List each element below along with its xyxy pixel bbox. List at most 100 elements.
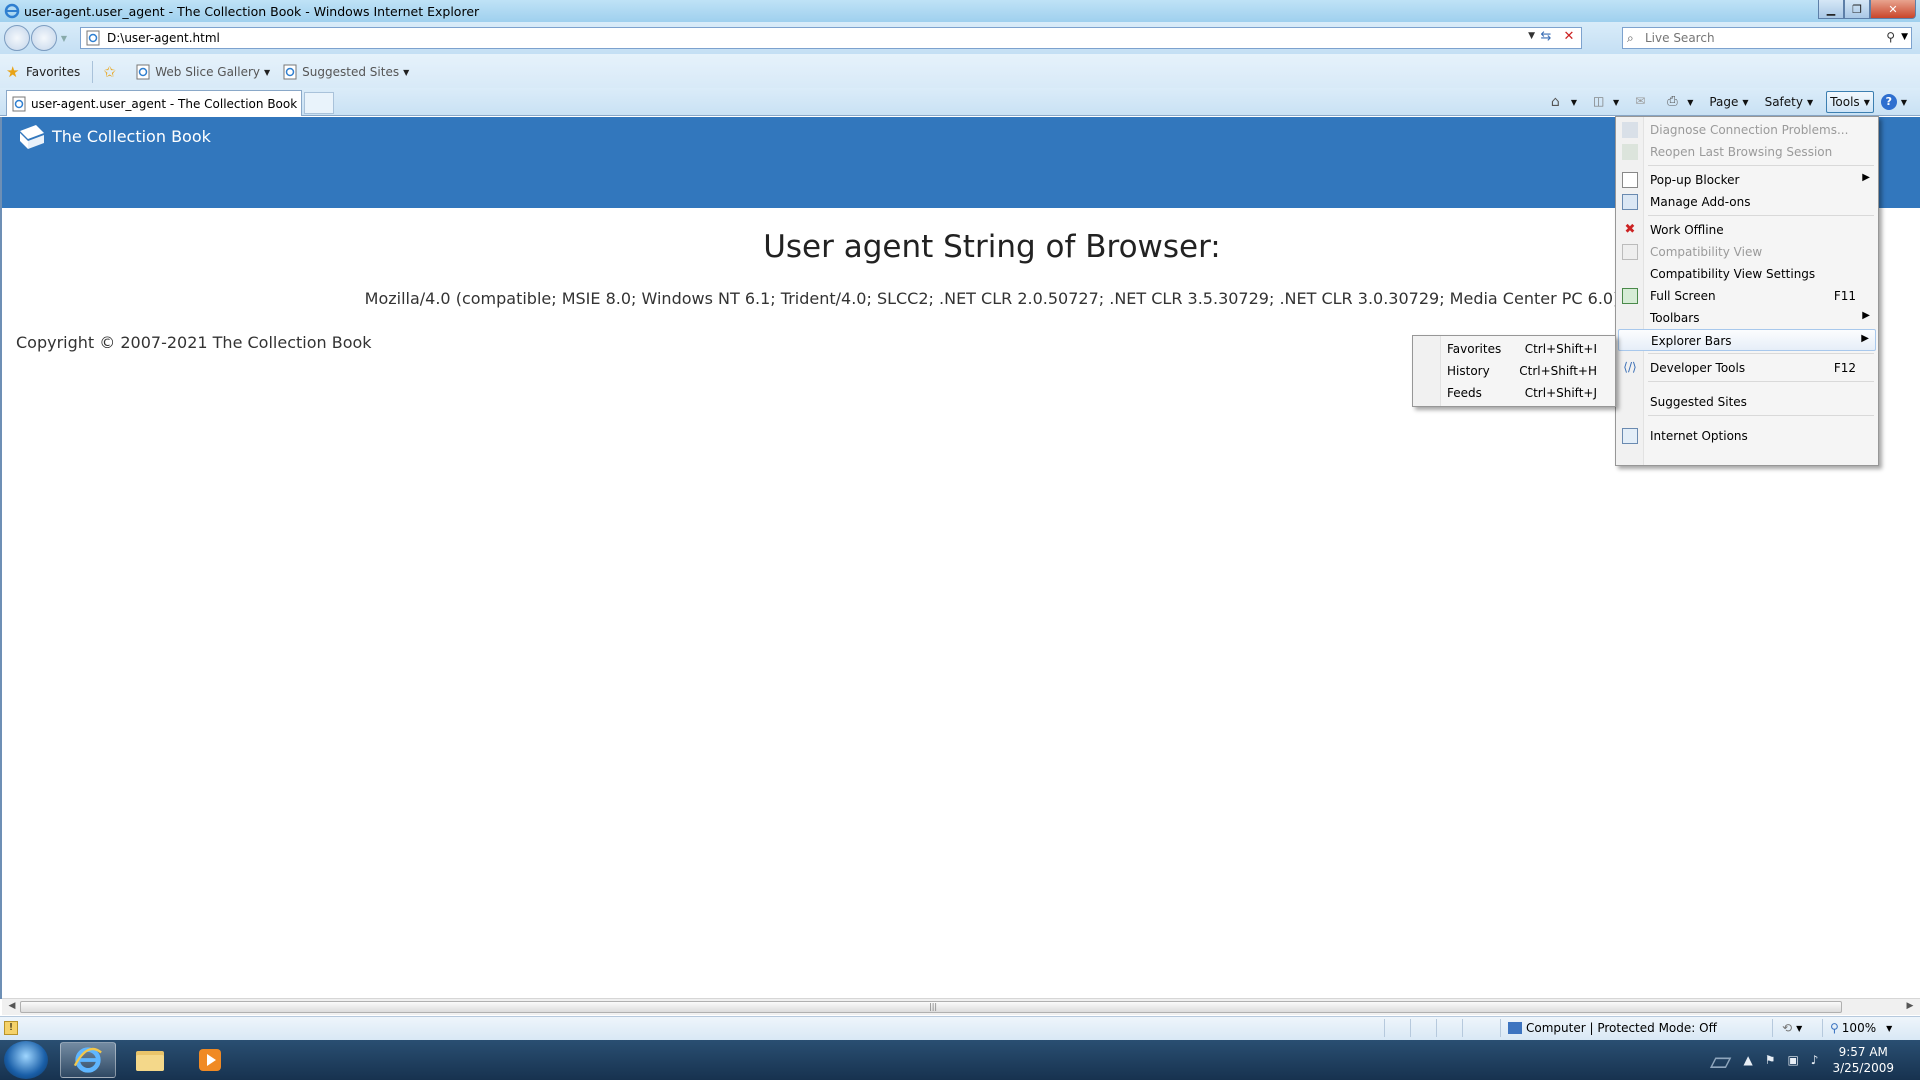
clock[interactable]: 9:57 AM 3/25/2009 (1832, 1044, 1894, 1076)
help-button[interactable]: ? ▼ (1878, 91, 1910, 113)
page-menu-label: Page (1709, 95, 1739, 109)
home-button[interactable]: ⌂ ▼ (1548, 91, 1580, 113)
search-options-dropdown-icon[interactable]: ▼ (1901, 32, 1908, 42)
submenu-arrow-icon: ▶ (1862, 172, 1870, 183)
network-icon[interactable]: ▣ (1787, 1053, 1798, 1067)
search-input[interactable] (1645, 31, 1875, 45)
menu-item-shortcut: Ctrl+Shift+J (1524, 386, 1597, 400)
mail-icon: ✉ (1635, 94, 1646, 108)
menu-item-label: Compatibility View (1650, 245, 1763, 259)
safety-menu-label: Safety (1764, 95, 1803, 109)
flag-icon[interactable]: ⚑ (1765, 1053, 1776, 1067)
address-url[interactable]: D:\user-agent.html (107, 31, 220, 45)
menu-item-toolbars[interactable]: Toolbars ▶ (1618, 307, 1876, 329)
add-to-favorites-bar-button[interactable]: ✩ (103, 64, 123, 80)
menu-item-reopen-last-browsing-session[interactable]: Reopen Last Browsing Session (1618, 141, 1876, 163)
favorites-bar: ★ Favorites ✩ Web Slice Gallery ▼ Sugges… (0, 54, 1920, 90)
zoom-level: 100% (1841, 1021, 1877, 1035)
divider (1500, 1019, 1501, 1037)
zoom-control[interactable]: ⚲ 100% ▼ (1830, 1021, 1892, 1035)
maximize-button[interactable]: ❐ (1844, 0, 1870, 19)
menu-item-explorer-bars[interactable]: Explorer Bars ▶ (1618, 329, 1876, 351)
menu-item-label: Developer Tools (1650, 361, 1746, 375)
developer-tools-icon: ⟨/⟩ (1623, 360, 1637, 374)
scroll-right-icon[interactable]: ▶ (1902, 1001, 1918, 1011)
menu-item-label: Toolbars (1650, 311, 1700, 325)
menu-item-shortcut: Ctrl+Shift+I (1524, 342, 1597, 356)
web-slice-gallery-link[interactable]: Web Slice Gallery ▼ (135, 64, 270, 80)
address-dropdown-icon[interactable]: ▼ (1528, 31, 1535, 41)
new-tab-button[interactable] (304, 92, 334, 114)
copyright-text: Copyright © 2007-2021 The Collection Boo… (16, 333, 372, 352)
close-button[interactable]: ✕ (1870, 0, 1916, 19)
menu-item-internet-options[interactable]: Internet Options (1618, 425, 1876, 447)
horizontal-scrollbar[interactable]: ◀ ||| ▶ (2, 998, 1920, 1015)
help-icon: ? (1880, 94, 1897, 110)
title-bar: user-agent.user_agent - The Collection B… (0, 0, 1920, 22)
menu-item-developer-tools[interactable]: ⟨/⟩ Developer Tools F12 (1618, 357, 1876, 379)
search-icon[interactable]: ⚲ (1886, 30, 1895, 44)
menu-item-work-offline[interactable]: ✖ Work Offline (1618, 219, 1876, 241)
volume-icon[interactable]: ♪ (1811, 1053, 1819, 1067)
stop-icon[interactable]: ✕ (1559, 29, 1579, 47)
scroll-left-icon[interactable]: ◀ (4, 1001, 20, 1011)
menu-item-label: Work Offline (1650, 223, 1724, 237)
brand-name: The Collection Book (52, 126, 211, 146)
menu-separator (1648, 215, 1874, 216)
menu-item-favorites-bar[interactable]: Favorites Ctrl+Shift+I (1415, 338, 1613, 360)
feeds-button[interactable]: ◫ ▼ (1590, 91, 1622, 113)
recent-pages-dropdown[interactable]: ▼ (58, 34, 70, 43)
menu-separator (1648, 381, 1874, 382)
safety-menu-button[interactable]: Safety ▼ (1762, 91, 1817, 113)
back-button[interactable] (4, 25, 30, 51)
taskbar-ie-button[interactable] (60, 1042, 116, 1078)
security-zone[interactable]: Computer | Protected Mode: Off (1508, 1021, 1717, 1035)
menu-item-full-screen[interactable]: Full Screen F11 (1618, 285, 1876, 307)
print-button[interactable]: ⎙ ▼ (1664, 91, 1696, 113)
chevron-down-icon: ▼ (1796, 1023, 1803, 1033)
show-hidden-icons[interactable]: ▲ (1743, 1053, 1752, 1067)
tools-menu-label: Tools (1830, 95, 1860, 109)
search-provider-icon: ⌕ (1627, 30, 1634, 45)
menu-item-suggested-sites[interactable]: Suggested Sites (1618, 391, 1876, 413)
menu-item-feeds-bar[interactable]: Feeds Ctrl+Shift+J (1415, 382, 1613, 404)
menu-item-compatibility-view[interactable]: Compatibility View (1618, 241, 1876, 263)
clock-time: 9:57 AM (1838, 1045, 1888, 1059)
zoom-icon: ⚲ (1830, 1021, 1839, 1035)
scrollbar-thumb[interactable]: ||| (20, 1001, 1842, 1013)
search-box[interactable]: ⌕ ⚲ ▼ (1622, 27, 1912, 49)
tools-menu-button[interactable]: Tools ▼ (1826, 91, 1874, 113)
zone-label: Computer | Protected Mode: Off (1526, 1021, 1717, 1035)
tab-active[interactable]: user-agent.user_agent - The Collection B… (6, 90, 302, 116)
minimize-button[interactable]: ▁ (1818, 0, 1844, 19)
address-bar[interactable]: D:\user-agent.html ▼ ⇆ ✕ (80, 27, 1582, 49)
menu-item-diagnose-connection-problems[interactable]: Diagnose Connection Problems... (1618, 119, 1876, 141)
taskbar-explorer-button[interactable] (122, 1042, 178, 1078)
taskbar-media-player-button[interactable] (182, 1042, 238, 1078)
refresh-icon[interactable]: ⇆ (1536, 29, 1556, 47)
clock-date: 3/25/2009 (1832, 1061, 1894, 1075)
popup-status[interactable]: ⟲ ▼ (1782, 1021, 1802, 1035)
suggested-sites-link[interactable]: Suggested Sites ▼ (282, 64, 409, 80)
media-player-icon (199, 1049, 221, 1071)
full-screen-icon (1622, 288, 1638, 304)
folder-icon (136, 1051, 164, 1071)
menu-item-compatibility-view-settings[interactable]: Compatibility View Settings (1618, 263, 1876, 285)
menu-item-popup-blocker[interactable]: Pop-up Blocker ▶ (1618, 169, 1876, 191)
page-menu-button[interactable]: Page ▼ (1706, 91, 1751, 113)
book-icon (20, 125, 44, 149)
read-mail-button[interactable]: ✉ (1632, 91, 1654, 113)
explorer-bars-submenu: Favorites Ctrl+Shift+I History Ctrl+Shif… (1412, 335, 1616, 407)
site-brand[interactable]: The Collection Book (16, 121, 211, 151)
warning-icon[interactable]: ! (4, 1021, 18, 1035)
start-button[interactable] (4, 1041, 48, 1079)
menu-separator (1648, 353, 1874, 354)
menu-item-manage-add-ons[interactable]: Manage Add-ons (1618, 191, 1876, 213)
menu-item-shortcut: Ctrl+Shift+H (1519, 364, 1597, 378)
forward-button[interactable] (31, 25, 57, 51)
menu-item-history-bar[interactable]: History Ctrl+Shift+H (1415, 360, 1613, 382)
divider (1384, 1019, 1385, 1037)
favorites-button[interactable]: ★ Favorites (6, 64, 80, 80)
system-tray: ▱ ▲ ⚑ ▣ ♪ 9:57 AM 3/25/2009 (1704, 1040, 1920, 1080)
tab-title: user-agent.user_agent - The Collection B… (31, 96, 298, 111)
